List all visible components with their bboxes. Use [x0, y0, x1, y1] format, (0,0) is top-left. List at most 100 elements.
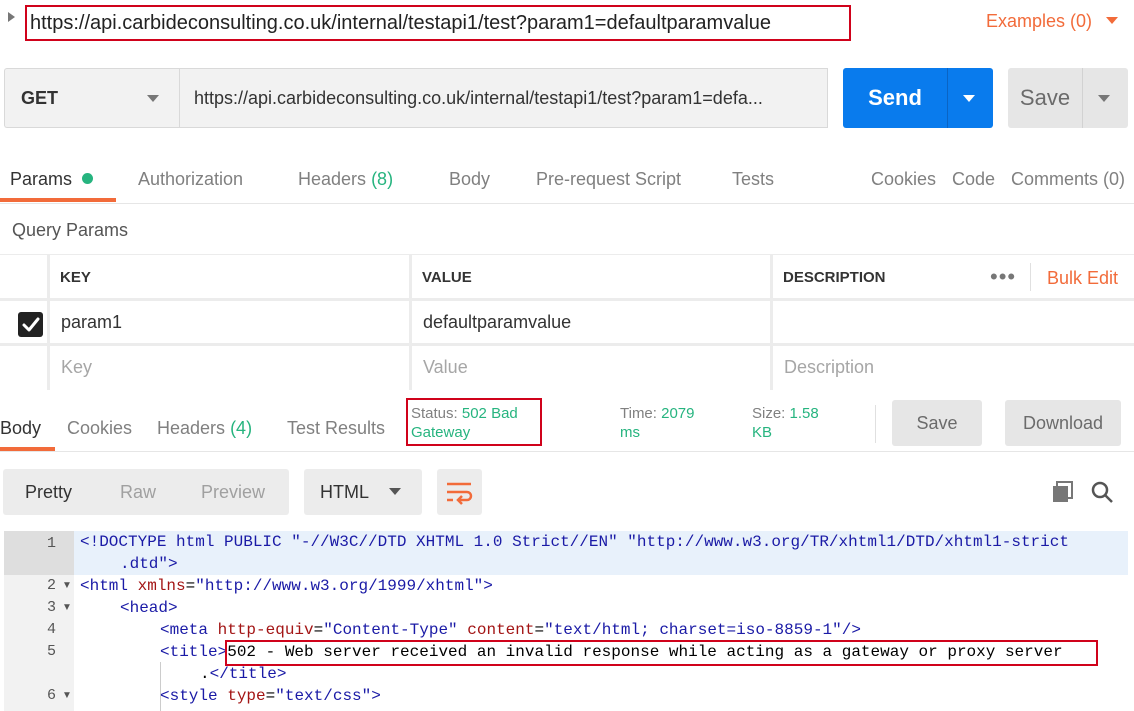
examples-dropdown[interactable]: Examples (0) [986, 8, 1092, 34]
code-token: = [185, 577, 196, 595]
params-active-dot-icon [82, 173, 93, 184]
code-token: http-equiv [217, 621, 314, 639]
code-token: <!DOCTYPE html PUBLIC [80, 533, 292, 551]
line-number: 6 [46, 687, 56, 704]
param-value-cell[interactable]: defaultparamvalue [412, 301, 773, 346]
divider [875, 405, 876, 443]
query-params-table: KEY VALUE DESCRIPTION param1 defaultpara… [0, 254, 1134, 390]
code-token: = [265, 687, 276, 705]
tab-tests[interactable]: Tests [732, 166, 774, 192]
code-token: "text/css" [275, 687, 372, 705]
new-description-input[interactable]: Description [773, 346, 1134, 390]
tab-authorization[interactable]: Authorization [138, 166, 243, 192]
fold-caret-icon[interactable]: ▼ [62, 685, 72, 707]
divider [0, 451, 1134, 452]
comments-link[interactable]: Comments (0) [1011, 166, 1125, 192]
response-size: Size: 1.58 KB [752, 404, 819, 442]
new-key-input[interactable]: Key [50, 346, 412, 390]
code-line[interactable]: <style type="text/css"> [160, 685, 381, 707]
tab-body[interactable]: Body [449, 166, 490, 192]
more-options-icon[interactable]: ••• [990, 264, 1016, 290]
format-select-label[interactable]: HTML [320, 469, 369, 515]
code-link[interactable]: Code [952, 166, 995, 192]
response-tab-cookies[interactable]: Cookies [67, 415, 132, 441]
url-input[interactable]: https://api.carbideconsulting.co.uk/inte… [179, 68, 828, 128]
bulk-edit-link[interactable]: Bulk Edit [1047, 266, 1118, 290]
format-caret-icon[interactable] [389, 488, 401, 495]
view-preview-button[interactable]: Preview [201, 469, 265, 515]
wrap-lines-button[interactable] [437, 469, 482, 515]
divider [1030, 263, 1031, 291]
view-pretty-button[interactable]: Pretty [25, 469, 72, 515]
code-token: "http://www.w3.org/1999/xhtml" [195, 577, 484, 595]
query-params-title: Query Params [12, 220, 129, 240]
code-line[interactable]: .</title> [200, 663, 286, 685]
fold-caret-icon[interactable]: ▼ [62, 575, 72, 597]
tab-headers[interactable]: Headers (8) [298, 166, 393, 192]
tab-headers-label: Headers [298, 169, 367, 189]
tab-prerequest-script[interactable]: Pre-request Script [536, 166, 681, 192]
param-enabled-checkbox[interactable] [18, 312, 43, 337]
code-line[interactable]: <html xmlns="http://www.w3.org/1999/xhtm… [80, 575, 493, 597]
code-token: <meta [160, 621, 218, 639]
response-status: Status: 502 Bad Gateway [406, 398, 542, 446]
code-token: <head> [120, 599, 178, 617]
code-token: "-//W3C//DTD XHTML 1.0 Strict//EN" [291, 533, 618, 551]
request-title[interactable]: https://api.carbideconsulting.co.uk/inte… [25, 5, 851, 41]
response-tab-headers-label: Headers [157, 418, 226, 438]
tab-params[interactable]: Params [10, 166, 72, 192]
code-line[interactable]: .dtd"> [120, 553, 178, 575]
code-token: content [467, 621, 535, 639]
error-message-highlight [225, 640, 1098, 666]
param-key-cell[interactable]: param1 [50, 301, 412, 346]
tab-headers-count: (8) [371, 169, 394, 189]
expand-caret-icon[interactable] [8, 12, 15, 22]
fold-caret-icon[interactable]: ▼ [62, 597, 72, 619]
response-tab-headers-count: (4) [230, 418, 253, 438]
active-tab-indicator [0, 198, 116, 202]
new-value-input[interactable]: Value [412, 346, 773, 390]
search-icon[interactable] [1090, 480, 1114, 504]
column-header-value: VALUE [412, 254, 773, 301]
checkmark-icon [22, 317, 40, 332]
response-tab-body[interactable]: Body [0, 415, 41, 441]
examples-caret-icon[interactable] [1106, 17, 1118, 24]
line-number: 3 [46, 599, 56, 616]
copy-icon[interactable] [1051, 480, 1075, 504]
code-line[interactable]: <meta http-equiv="Content-Type" content=… [160, 619, 861, 641]
empty-checkbox-cell [0, 346, 50, 390]
code-token: .dtd" [120, 555, 169, 573]
code-token: xmlns [137, 577, 186, 595]
status-value-cont: Gateway [411, 424, 471, 441]
wrap-lines-icon [447, 482, 473, 505]
column-header-key: KEY [50, 254, 412, 301]
time-label: Time: [620, 405, 657, 422]
line-number: 5 [46, 643, 56, 660]
method-label[interactable]: GET [21, 86, 58, 110]
code-line[interactable]: <head> [120, 597, 178, 619]
code-token: > [483, 577, 493, 595]
save-caret-icon[interactable] [1098, 95, 1110, 102]
code-token: "http://www.w3.org/TR/xhtml1/DTD/xhtml1-… [617, 533, 1069, 551]
download-button[interactable]: Download [1005, 400, 1121, 446]
status-label: Status: [411, 405, 458, 422]
method-caret-icon[interactable] [147, 95, 159, 102]
code-token: . [200, 665, 210, 683]
line-number: 1 [46, 535, 56, 552]
param-description-cell[interactable] [773, 301, 1134, 346]
code-token: <html [80, 577, 138, 595]
send-caret-icon[interactable] [963, 95, 975, 102]
size-label: Size: [752, 405, 786, 422]
line-number: 4 [46, 621, 56, 638]
response-tab-test-results[interactable]: Test Results [287, 415, 385, 441]
response-tab-headers[interactable]: Headers (4) [157, 415, 252, 441]
save-button[interactable]: Save [1008, 68, 1082, 128]
save-response-button[interactable]: Save [892, 400, 982, 446]
size-unit: KB [752, 424, 773, 441]
send-button[interactable]: Send [843, 68, 947, 128]
cookies-link[interactable]: Cookies [871, 166, 936, 192]
code-token: > [168, 555, 178, 573]
view-raw-button[interactable]: Raw [120, 469, 156, 515]
code-line[interactable]: <!DOCTYPE html PUBLIC "-//W3C//DTD XHTML… [80, 531, 1069, 553]
